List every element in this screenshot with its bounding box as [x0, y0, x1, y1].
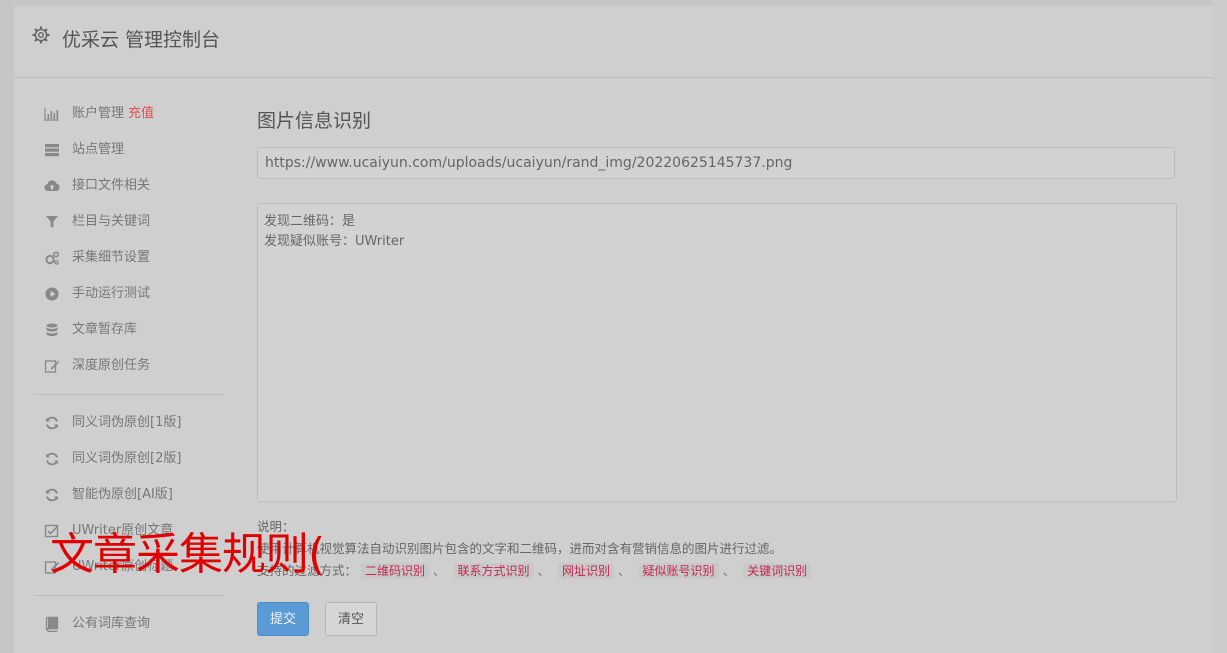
filter-tag: 二维码识别: [361, 563, 430, 579]
sidebar-item-label: 接口文件相关: [72, 178, 151, 193]
sidebar-item-synonym-v2[interactable]: 同义词伪原创[2版]: [34, 441, 224, 477]
filter-tag: 疑似账号识别: [638, 563, 719, 579]
sidebar-item-label: 栏目与关键词: [72, 214, 151, 229]
filter-tag: 关键词识别: [743, 563, 812, 579]
sidebar-item-synonym-v1[interactable]: 同义词伪原创[1版]: [34, 405, 224, 441]
sidebar-item-label: 站点管理: [72, 142, 125, 157]
sidebar-item-label: 同义词伪原创[1版]: [72, 415, 182, 430]
sidebar-divider: [34, 394, 224, 395]
filter-tag: 联系方式识别: [453, 563, 534, 579]
notes: 说明： 使用计算机视觉算法自动识别图片包含的文字和二维码，进而对含有营销信息的图…: [257, 516, 1177, 582]
sidebar-item-label: 智能伪原创[AI版]: [72, 487, 173, 502]
sidebar-item-article-storage[interactable]: 文章暂存库: [34, 312, 224, 348]
result-line: 发现二维码：是: [264, 214, 356, 229]
sidebar-item-manual-test[interactable]: 手动运行测试: [34, 276, 224, 312]
sidebar-item-label: 文章暂存库: [72, 322, 138, 337]
page-title: 优采云 管理控制台: [62, 29, 221, 51]
notes-label: 说明：: [257, 519, 295, 534]
sidebar-item-label: 公有词库查询: [72, 616, 151, 631]
sidebar-item-deep-original[interactable]: 深度原创任务: [34, 348, 224, 384]
database-icon: [44, 322, 60, 338]
sidebar-item-label: 账户管理: [72, 106, 125, 121]
sidebar-item-label: 手动运行测试: [72, 286, 151, 301]
recharge-link[interactable]: 充值: [128, 106, 154, 121]
sidebar-item-collection-settings[interactable]: 采集细节设置: [34, 240, 224, 276]
result-line: 发现疑似账号：UWriter: [264, 234, 405, 249]
clear-button[interactable]: 清空: [325, 602, 378, 636]
main-content: 图片信息识别 发现二维码：是 发现疑似账号：UWriter 说明： 使用计算机视…: [257, 106, 1177, 636]
sidebar-item-columns-keywords[interactable]: 栏目与关键词: [34, 204, 224, 240]
sidebar-item-sites[interactable]: 站点管理: [34, 132, 224, 168]
cloud-upload-icon: [44, 178, 60, 194]
refresh-icon: [44, 451, 60, 467]
separator: 、: [433, 563, 446, 578]
recognition-result-textarea[interactable]: 发现二维码：是 发现疑似账号：UWriter: [257, 203, 1177, 502]
sidebar-item-interface-files[interactable]: 接口文件相关: [34, 168, 224, 204]
separator: 、: [537, 563, 551, 578]
left-edge: [0, 0, 14, 653]
notes-description: 使用计算机视觉算法自动识别图片包含的文字和二维码，进而对含有营销信息的图片进行过…: [257, 541, 783, 556]
server-icon: [44, 142, 60, 158]
sidebar-item-public-lexicon[interactable]: 公有词库查询: [34, 606, 224, 642]
separator: 、: [722, 563, 736, 578]
filter-icon: [44, 214, 60, 230]
sidebar-item-label: 深度原创任务: [72, 358, 151, 373]
overlay-caption: 文章采集规则(: [50, 529, 325, 580]
sidebar-item-label: 同义词伪原创[2版]: [72, 451, 182, 466]
separator: 、: [618, 563, 631, 578]
submit-button[interactable]: 提交: [257, 602, 310, 636]
filter-tag: 网址识别: [558, 563, 615, 579]
header: 优采云 管理控制台: [14, 6, 1213, 78]
sidebar-item-account[interactable]: 账户管理 充值: [34, 96, 224, 132]
gear-icon: [32, 26, 50, 44]
play-circle-icon: [44, 286, 60, 302]
sidebar-item-label: 采集细节设置: [72, 250, 151, 265]
section-title: 图片信息识别: [257, 110, 372, 132]
image-url-input[interactable]: [257, 147, 1175, 179]
bar-chart-icon: [44, 106, 60, 122]
cogs-icon: [44, 250, 60, 266]
edit-icon: [44, 358, 60, 374]
refresh-icon: [44, 487, 60, 503]
right-edge: [1213, 0, 1227, 653]
book-icon: [44, 616, 60, 632]
refresh-icon: [44, 415, 60, 431]
filter-methods: 支持的过滤方式： 二维码识别、 联系方式识别、 网址识别、 疑似账号识别、 关键…: [257, 560, 1177, 582]
sidebar-item-smart-ai[interactable]: 智能伪原创[AI版]: [34, 477, 224, 513]
sidebar-divider: [34, 595, 224, 596]
